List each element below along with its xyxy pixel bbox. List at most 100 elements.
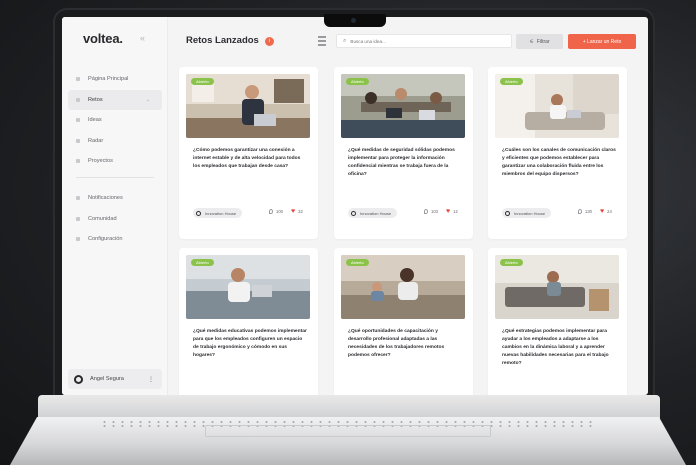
sidebar-item-label: Página Principal — [88, 76, 129, 82]
sidebar-item-label: Proyectos — [88, 158, 113, 164]
sidebar-item-notificaciones[interactable]: Notificaciones — [68, 188, 162, 208]
card-image: Abierto — [341, 255, 465, 319]
challenge-card[interactable]: Abierto ¿Qué oportunidades de capacitaci… — [334, 248, 473, 395]
org-name: Innovation House — [360, 210, 392, 216]
heart-icon: ♥ — [446, 208, 451, 215]
search-input[interactable] — [350, 38, 501, 44]
org-badge[interactable]: Innovation House — [348, 208, 398, 218]
laptop-hinge — [38, 395, 660, 419]
filter-icon: ⚟ — [529, 38, 534, 45]
sidebar-nav: Página Principal Retos ⌄ Ideas Radar Pro… — [68, 69, 162, 250]
org-badge[interactable]: Innovation House — [193, 208, 243, 218]
people-icon — [76, 216, 80, 221]
folder-icon — [76, 159, 80, 163]
card-question: ¿Qué medidas de seguridad sólidas podemo… — [348, 148, 455, 177]
card-question: ¿Cómo podemos garantizar una conexión a … — [193, 148, 301, 169]
status-badge: Abierto — [191, 259, 214, 266]
status-badge: Abierto — [191, 78, 214, 85]
app-logo[interactable]: voltea. — [83, 31, 123, 46]
status-badge: Abierto — [500, 259, 523, 266]
search-icon: ⌕ — [343, 37, 347, 44]
views-stat: 103 — [424, 209, 438, 214]
card-image: Abierto — [495, 255, 619, 319]
card-image: Abierto — [186, 255, 310, 319]
chevrons-left-icon[interactable]: « — [140, 33, 145, 43]
sidebar-item-radar[interactable]: Radar — [68, 131, 162, 151]
challenge-card[interactable]: Abierto ¿Qué medidas de seguridad sólida… — [334, 67, 473, 239]
sidebar-item-label: Comunidad — [88, 215, 117, 222]
header: Retos Lanzados i ⌕ ⚟ Filtrar + Lanzar un… — [168, 17, 648, 61]
page-title: Retos Lanzados — [186, 35, 259, 46]
sidebar-item-label: Notificaciones — [88, 195, 123, 201]
likes-stat[interactable]: ♥ 32 — [291, 208, 303, 215]
likes-count: 24 — [607, 209, 612, 214]
card-image: Abierto — [495, 74, 619, 138]
info-icon[interactable]: i — [265, 37, 274, 46]
likes-count: 32 — [298, 209, 303, 214]
card-question: ¿Qué medidas educativas podemos implemen… — [193, 329, 307, 358]
app-screen: voltea. « Página Principal Retos ⌄ Ideas… — [62, 17, 648, 395]
launch-challenge-button[interactable]: + Lanzar un Reto — [568, 34, 636, 49]
bell-icon — [76, 196, 80, 200]
sidebar-item-proyectos[interactable]: Proyectos — [68, 151, 162, 171]
camera-notch — [324, 14, 386, 27]
sidebar-item-home[interactable]: Página Principal — [68, 69, 162, 89]
views-count: 130 — [585, 209, 592, 214]
org-badge[interactable]: Innovation House — [502, 208, 552, 218]
card-question: ¿Qué estrategias podemos implementar par… — [502, 329, 609, 366]
more-options-icon[interactable]: ⋮ — [148, 376, 154, 383]
status-badge: Abierto — [346, 78, 369, 85]
org-logo-icon — [505, 210, 510, 216]
card-image: Abierto — [186, 74, 310, 138]
sidebar-item-label: Configuración — [88, 236, 123, 242]
card-question: ¿Qué oportunidades de capacitación y des… — [348, 329, 445, 358]
challenge-card[interactable]: Abierto ¿Cómo podemos garantizar una con… — [179, 67, 318, 239]
sidebar-item-comunidad[interactable]: Comunidad — [68, 209, 162, 229]
challenge-card[interactable]: Abierto ¿Qué estrategias podemos impleme… — [488, 248, 627, 395]
heart-icon: ♥ — [291, 208, 296, 215]
likes-stat[interactable]: ♥ 24 — [600, 208, 612, 215]
sidebar-item-label: Ideas — [88, 117, 102, 123]
bulb-icon — [76, 118, 80, 122]
chevron-down-icon: ⌄ — [145, 96, 150, 103]
sidebar-item-label: Retos — [88, 96, 103, 103]
filter-button[interactable]: ⚟ Filtrar — [516, 34, 563, 49]
flag-icon — [76, 97, 80, 102]
views-stat: 100 — [269, 209, 283, 214]
heart-icon: ♥ — [600, 208, 605, 215]
sidebar-item-retos[interactable]: Retos ⌄ — [68, 89, 162, 110]
view-toggle-icon[interactable] — [318, 36, 326, 46]
laptop-base — [0, 395, 696, 465]
sidebar-item-label: Radar — [88, 137, 104, 144]
trackpad — [205, 425, 491, 437]
challenge-card[interactable]: Abierto ¿Qué medidas educativas podemos … — [179, 248, 318, 395]
location-icon — [578, 209, 582, 214]
location-icon — [424, 209, 428, 214]
radar-icon — [76, 138, 80, 143]
sidebar: voltea. « Página Principal Retos ⌄ Ideas… — [62, 17, 168, 395]
filter-label: Filtrar — [536, 38, 550, 45]
home-icon — [76, 77, 80, 81]
status-badge: Abierto — [500, 78, 523, 85]
search-bar[interactable]: ⌕ — [336, 34, 512, 48]
org-logo-icon — [351, 210, 356, 216]
org-logo-icon — [196, 210, 201, 216]
sidebar-item-ideas[interactable]: Ideas — [68, 110, 162, 130]
views-stat: 130 — [578, 209, 592, 214]
user-profile[interactable]: Angel Segura ⋮ — [68, 369, 162, 389]
card-question: ¿Cuáles son los canales de comunicación … — [502, 148, 616, 177]
location-icon — [269, 209, 273, 214]
sidebar-item-configuracion[interactable]: Configuración — [68, 229, 162, 249]
status-badge: Abierto — [346, 259, 369, 266]
org-name: Innovation House — [514, 210, 546, 216]
likes-stat[interactable]: ♥ 12 — [446, 208, 458, 215]
views-count: 100 — [276, 209, 283, 214]
org-name: Innovation House — [205, 210, 237, 216]
likes-count: 12 — [453, 209, 458, 214]
user-name: Angel Segura — [90, 376, 124, 382]
gear-icon — [76, 237, 80, 241]
challenge-card[interactable]: Abierto ¿Cuáles son los canales de comun… — [488, 67, 627, 239]
card-image: Abierto — [341, 74, 465, 138]
views-count: 103 — [431, 209, 438, 214]
camera-icon — [351, 18, 356, 23]
